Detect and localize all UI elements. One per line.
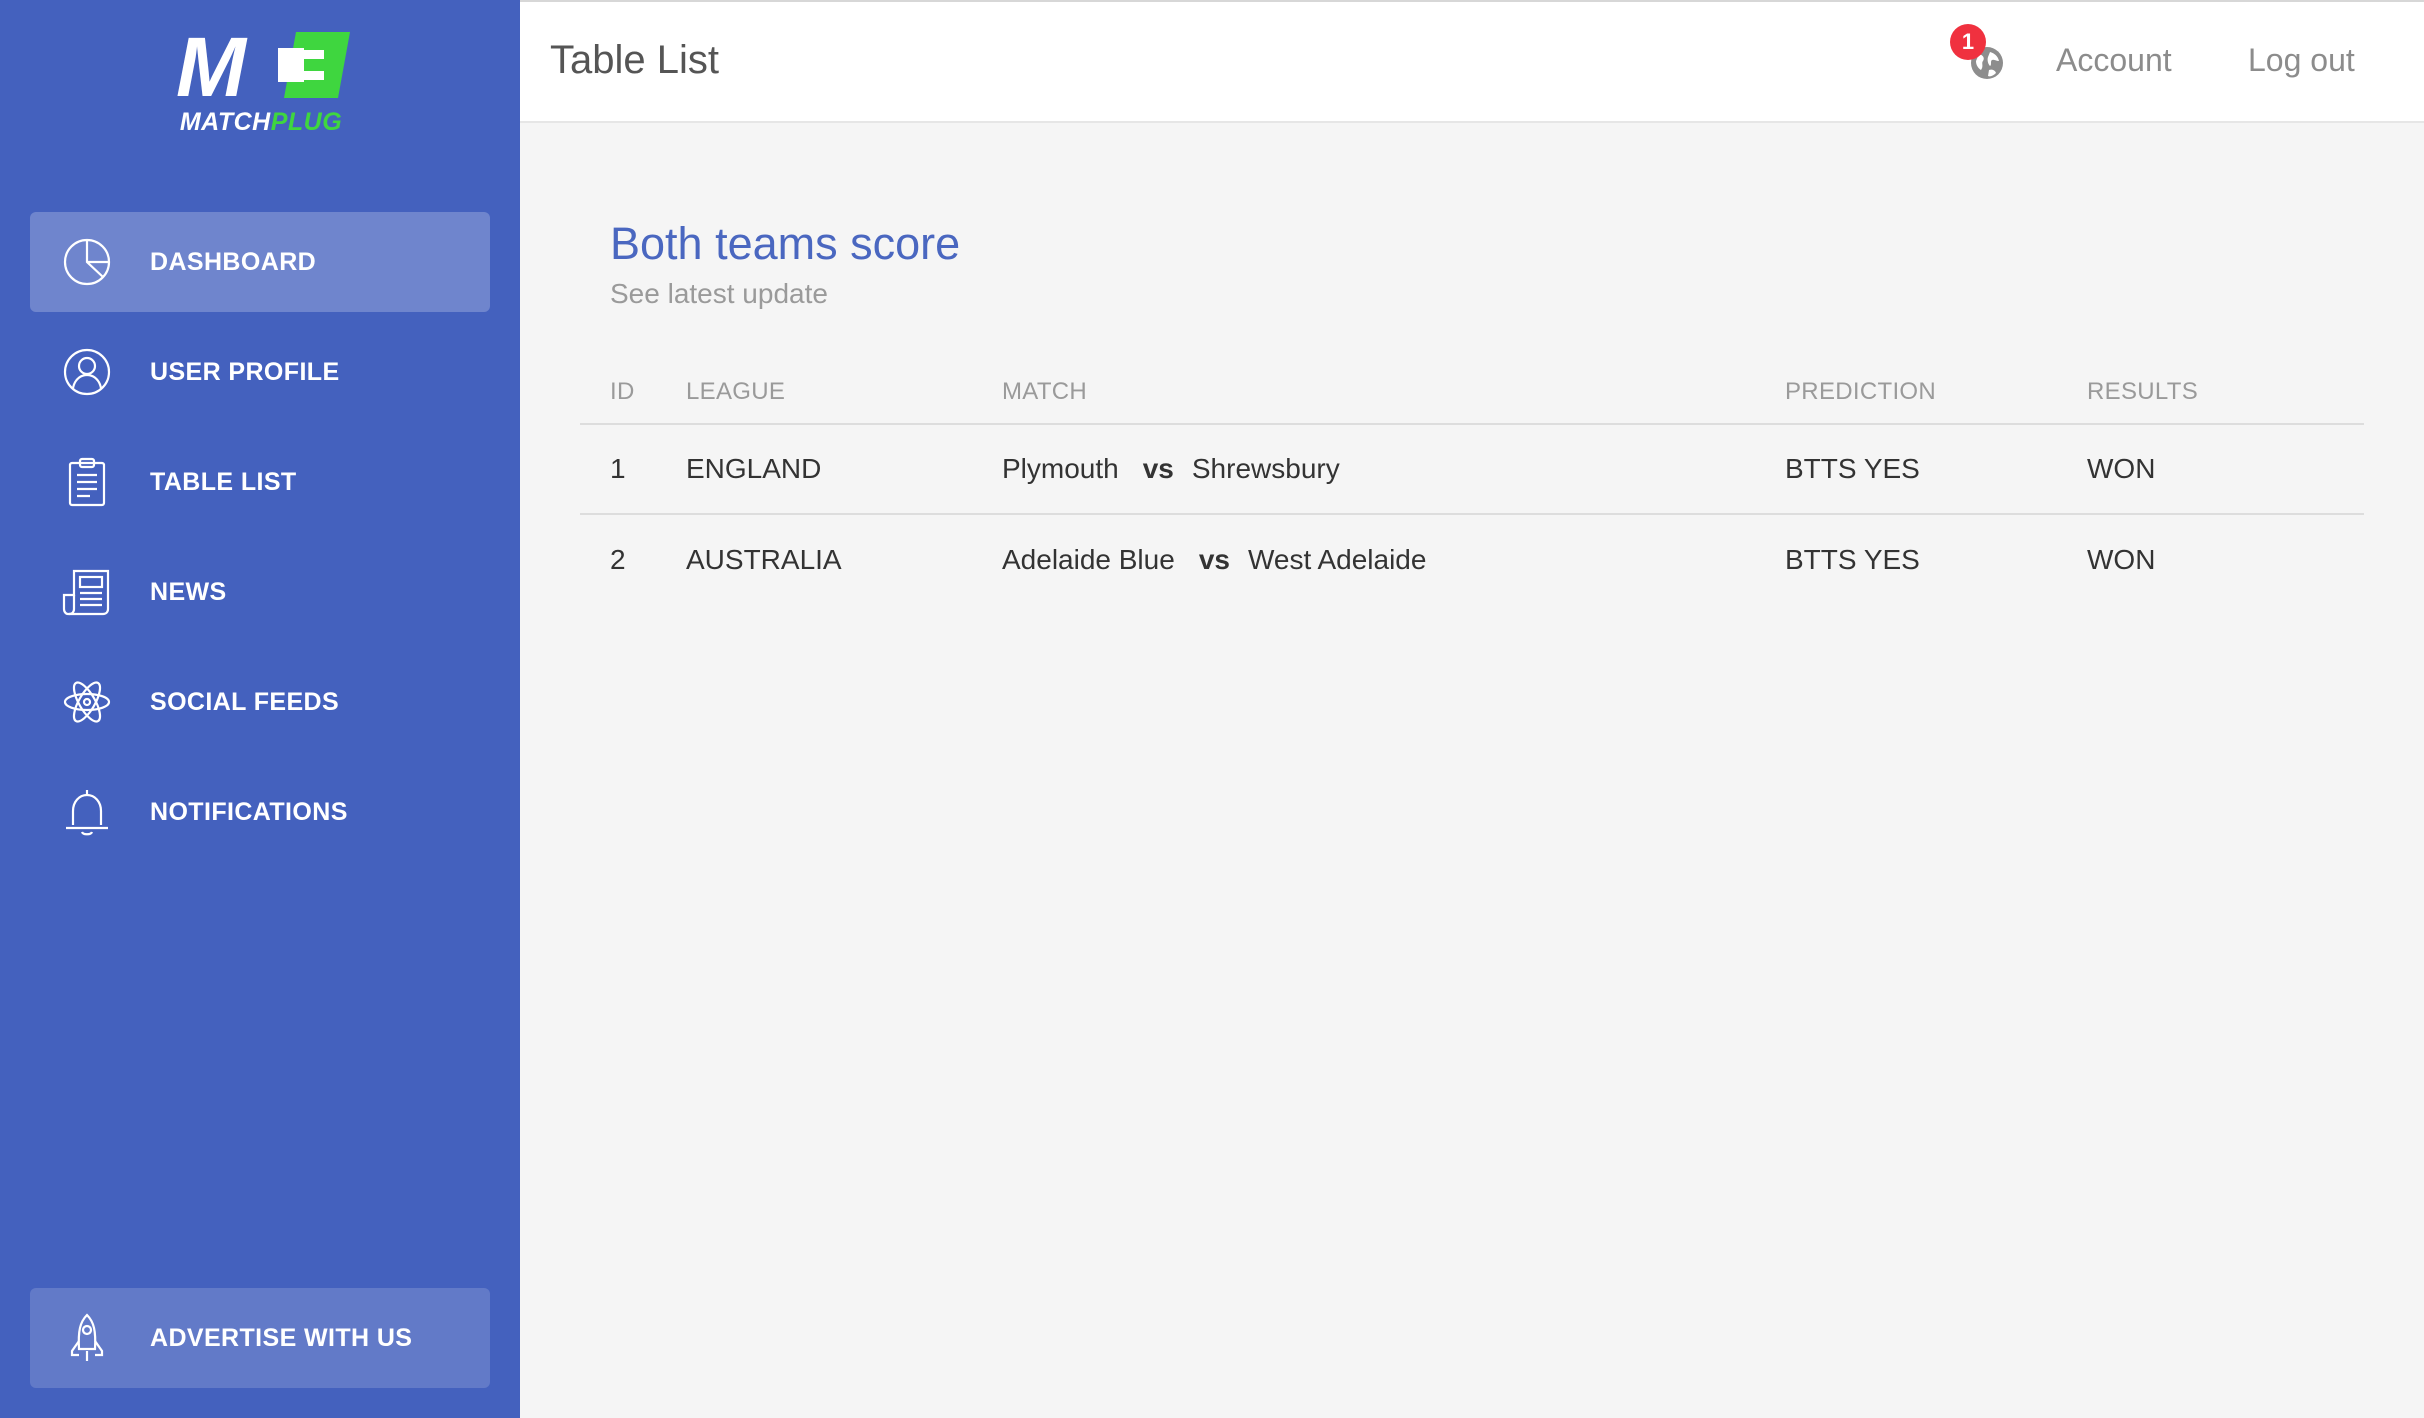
cell-league: ENGLAND — [686, 424, 1002, 515]
sidebar-item-user-profile[interactable]: USER PROFILE — [30, 322, 490, 422]
column-header-prediction[interactable]: PREDICTION — [1785, 360, 2087, 425]
sidebar-item-dashboard[interactable]: DASHBOARD — [30, 212, 490, 312]
cell-prediction: BTTS YES — [1785, 543, 1920, 575]
logo-word-plug: PLUG — [270, 108, 343, 136]
table-row[interactable]: 2 AUSTRALIA Adelaide Blue vs West Adelaide… — [580, 514, 2364, 604]
versus-label: vs — [1198, 543, 1230, 575]
cell-match: Adelaide Blue vs West Adelaide — [1002, 514, 1785, 604]
clipboard-icon — [62, 457, 112, 507]
cell-result: WON — [2087, 424, 2364, 515]
logo-mark-icon: M — [176, 30, 350, 106]
home-team: Plymouth — [1002, 453, 1119, 484]
column-header-id[interactable]: ID — [580, 360, 686, 425]
sidebar-item-label: USER PROFILE — [150, 358, 340, 386]
sidebar-item-notifications[interactable]: NOTIFICATIONS — [30, 762, 490, 862]
versus-label: vs — [1142, 453, 1174, 484]
sidebar-item-social-feeds[interactable]: SOCIAL FEEDS — [30, 652, 490, 752]
logo-wordmark: MATCHPLUG — [168, 108, 354, 137]
sidebar: M MATCHPLUG DASHBOARD USER PROFILE TABLE… — [0, 0, 520, 1418]
cell-id: 1 — [580, 424, 686, 515]
table-header-row: ID LEAGUE MATCH PREDICTION RESULTS — [580, 360, 2364, 425]
sidebar-item-label: NOTIFICATIONS — [150, 798, 348, 826]
section-subtitle: See latest update — [610, 278, 828, 309]
cell-prediction: BTTS YES — [1785, 424, 2087, 515]
cell-result: WON — [2087, 543, 2156, 575]
table-row[interactable]: 1 ENGLAND Plymouth vs Shrewsbury BTTS YES … — [580, 424, 2364, 515]
notification-count-badge: 1 — [1950, 24, 1986, 60]
logout-link[interactable]: Log out — [2248, 42, 2355, 79]
column-header-results[interactable]: RESULTS — [2087, 360, 2364, 425]
pie-chart-icon — [62, 237, 112, 287]
sidebar-item-label: NEWS — [150, 578, 227, 606]
logo-word-match: MATCH — [179, 108, 271, 136]
predictions-table: ID LEAGUE MATCH PREDICTION RESULTS 1 ENG… — [580, 360, 2364, 604]
sidebar-item-label: DASHBOARD — [150, 248, 317, 276]
home-team: Adelaide Blue — [1002, 543, 1175, 575]
advertise-label: ADVERTISE WITH US — [150, 1324, 413, 1352]
svg-text:M: M — [176, 30, 248, 106]
cell-league: AUSTRALIA — [686, 543, 842, 575]
rocket-icon — [62, 1313, 112, 1363]
sidebar-item-label: TABLE LIST — [150, 468, 297, 496]
cell-match: Plymouth vs Shrewsbury — [1002, 424, 1785, 515]
sidebar-item-news[interactable]: NEWS — [30, 542, 490, 642]
sidebar-item-table-list[interactable]: TABLE LIST — [30, 432, 490, 532]
away-team: Shrewsbury — [1191, 453, 1340, 484]
top-navbar: Table List 1 Account Log out — [520, 0, 2424, 123]
away-team: West Adelaide — [1247, 543, 1427, 575]
cell-id: 2 — [610, 543, 626, 575]
page-title: Table List — [550, 38, 719, 82]
section-title: Both teams score — [610, 218, 961, 269]
newspaper-icon — [62, 567, 112, 617]
atom-icon — [62, 677, 112, 727]
sidebar-nav: DASHBOARD USER PROFILE TABLE LIST NEWS S… — [30, 212, 490, 872]
column-header-league[interactable]: LEAGUE — [686, 360, 1002, 425]
advertise-with-us-button[interactable]: ADVERTISE WITH US — [30, 1288, 490, 1388]
bell-icon — [62, 787, 112, 837]
notifications-button[interactable]: 1 — [1950, 24, 2006, 84]
matchplug-logo[interactable]: M MATCHPLUG — [168, 30, 354, 138]
column-header-match[interactable]: MATCH — [1002, 360, 1785, 425]
sidebar-item-label: SOCIAL FEEDS — [150, 688, 340, 716]
account-link[interactable]: Account — [2056, 42, 2172, 79]
user-icon — [62, 347, 112, 397]
